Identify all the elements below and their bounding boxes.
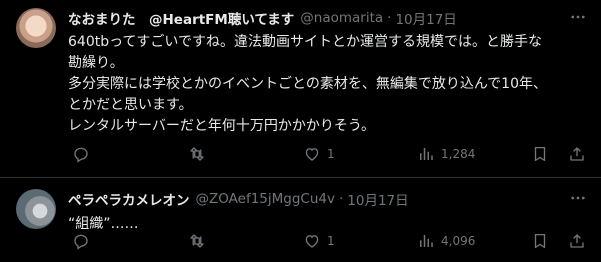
like-icon xyxy=(303,232,321,250)
bookmark-button[interactable] xyxy=(531,230,549,252)
retweet-button[interactable] xyxy=(188,143,206,165)
tweet-text-line: とかだと思います。 xyxy=(68,97,193,113)
tweet-text-line: 多分実際には学校とかのイベントごとの素材を、無編集で放り込んで10年、 xyxy=(68,76,547,92)
bookmark-button[interactable] xyxy=(531,143,549,165)
retweet-button[interactable] xyxy=(188,230,206,252)
bookmark-icon xyxy=(531,145,549,163)
tweet-text-line: 640tbってすごいですね。違法動画サイトとか運営する規模では。と勝手な xyxy=(68,34,542,50)
display-name[interactable]: なおまりた @HeartFM聴いてます xyxy=(68,8,294,28)
more-icon[interactable] xyxy=(569,8,587,30)
tweet-header: なおまりた @HeartFM聴いてます @naomarita · 10月17日 xyxy=(68,8,457,28)
share-button[interactable] xyxy=(568,230,586,252)
avatar[interactable] xyxy=(16,189,56,229)
tweet-text-line: レンタルサーバーだと年何十万円かかかりそう。 xyxy=(68,118,376,134)
like-button[interactable]: 1 xyxy=(303,143,335,165)
share-icon xyxy=(568,145,586,163)
reply-button[interactable] xyxy=(72,143,90,165)
user-handle[interactable]: @ZOAef15jMggCu4v xyxy=(196,191,335,207)
bookmark-icon xyxy=(531,232,549,250)
share-icon xyxy=(568,232,586,250)
tweet-header: ペラペラカメレオン @ZOAef15jMggCu4v · 10月17日 xyxy=(68,189,409,209)
more-icon[interactable] xyxy=(569,189,587,211)
like-button[interactable]: 1 xyxy=(303,230,335,252)
avatar[interactable] xyxy=(16,8,56,48)
tweet-date[interactable]: 10月17日 xyxy=(395,8,456,28)
views-icon xyxy=(417,232,435,250)
reply-icon xyxy=(72,232,90,250)
reply-icon xyxy=(72,145,90,163)
separator-dot: · xyxy=(387,10,392,26)
views-button[interactable]: 1,284 xyxy=(417,143,475,165)
retweet-icon xyxy=(188,232,206,250)
views-count: 4,096 xyxy=(441,234,476,248)
display-name[interactable]: ペラペラカメレオン xyxy=(68,189,190,209)
retweet-icon xyxy=(188,145,206,163)
share-button[interactable] xyxy=(568,143,586,165)
action-bar: 1 4,096 xyxy=(68,230,588,252)
tweet[interactable]: ペラペラカメレオン @ZOAef15jMggCu4v · 10月17日 “組織”… xyxy=(0,178,601,262)
views-count: 1,284 xyxy=(441,147,476,161)
tweet-text-line: 勘繰り。 xyxy=(68,55,124,71)
like-count: 1 xyxy=(327,147,335,161)
action-bar: 1 1,284 xyxy=(68,143,588,165)
views-button[interactable]: 4,096 xyxy=(417,230,475,252)
views-icon xyxy=(417,145,435,163)
tweet-date[interactable]: 10月17日 xyxy=(347,189,408,209)
tweet[interactable]: なおまりた @HeartFM聴いてます @naomarita · 10月17日 … xyxy=(0,0,601,177)
reply-button[interactable] xyxy=(72,230,90,252)
tweet-text: 640tbってすごいですね。違法動画サイトとか運営する規模では。と勝手な 勘繰り… xyxy=(68,32,588,137)
separator-dot: · xyxy=(338,191,344,207)
user-handle[interactable]: @naomarita xyxy=(300,10,383,26)
like-count: 1 xyxy=(327,234,335,248)
like-icon xyxy=(303,145,321,163)
